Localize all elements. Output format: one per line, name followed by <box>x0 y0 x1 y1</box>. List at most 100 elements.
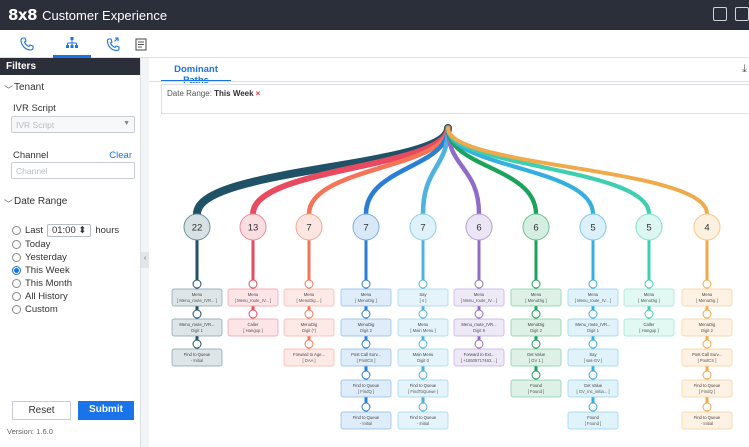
step-node[interactable] <box>248 309 258 319</box>
step-node[interactable] <box>361 370 371 380</box>
header-icons <box>713 7 749 21</box>
path-column[interactable]: 5 Menu[ MenuDig ] Caller[ Hangup ] <box>623 213 675 337</box>
step-node[interactable] <box>474 309 484 319</box>
path-column[interactable]: 5 Menu[ Menu_route_IV... ] Menu_route_IVR.… <box>567 213 619 430</box>
reset-button[interactable]: Reset <box>12 401 71 420</box>
step-title: Menu <box>248 292 259 297</box>
step-node[interactable] <box>361 339 371 349</box>
step-node[interactable] <box>418 402 428 412</box>
hours-stepper[interactable]: 01:00 ⬍ <box>46 224 92 237</box>
collapse-sidebar-handle[interactable]: ‹ <box>141 252 149 268</box>
download-icon[interactable]: ⤓ <box>742 63 747 76</box>
step-node[interactable] <box>531 339 541 349</box>
step-node[interactable] <box>418 339 428 349</box>
step-node[interactable] <box>474 339 484 349</box>
step-detail: Digit 1 <box>191 328 204 333</box>
step-node[interactable] <box>644 309 654 319</box>
step-detail: [ MenuDig ] <box>355 298 376 303</box>
step-node[interactable] <box>418 279 428 289</box>
step-node[interactable] <box>531 309 541 319</box>
path-column[interactable]: 7 Menu[ MenuDig... ] MenuDigDigit (*) Forwa… <box>283 213 335 367</box>
path-link <box>446 126 709 216</box>
path-column[interactable]: 13 Menu[ Menu_route_IV... ] Caller[ Hangup… <box>227 213 279 337</box>
path-column[interactable]: 4 Menu[ MenuDig ] MenuDigDigit 2 Post Call … <box>681 213 733 430</box>
tool-report[interactable] <box>122 30 160 58</box>
inbox-icon[interactable] <box>713 7 727 21</box>
date-range-section-title[interactable]: Date Range <box>14 196 67 207</box>
step-title: Find to Queue <box>184 352 211 357</box>
step-node[interactable] <box>644 279 654 289</box>
remove-filter-icon[interactable]: × <box>256 89 261 98</box>
step-detail: [ Menu_route_IV... ] <box>575 298 611 303</box>
tool-phone[interactable] <box>8 30 46 58</box>
step-node[interactable] <box>531 370 541 380</box>
step-node[interactable] <box>588 370 598 380</box>
step-node[interactable] <box>588 279 598 289</box>
path-column[interactable]: 7 Menu[ MenuDig ] MenuDigDigit 2 Post Call … <box>340 213 392 430</box>
step-node[interactable] <box>702 309 712 319</box>
step-node[interactable] <box>248 279 258 289</box>
radio-button[interactable] <box>12 279 21 288</box>
channel-input[interactable]: Channel <box>11 162 135 179</box>
tenant-section-title[interactable]: Tenant <box>14 82 44 93</box>
radio-button[interactable] <box>12 253 21 262</box>
step-detail: [ FindQ ] <box>358 389 374 394</box>
path-count-label: 4 <box>704 223 709 234</box>
step-title: Post Call Surv... <box>692 352 722 357</box>
radio-button[interactable] <box>12 226 21 235</box>
step-node[interactable] <box>361 402 371 412</box>
chevron-down-icon[interactable]: ﹀ <box>4 197 13 210</box>
step-node[interactable] <box>588 339 598 349</box>
submit-button[interactable]: Submit <box>78 401 134 420</box>
tool-hierarchy[interactable] <box>53 30 91 58</box>
radio-button-selected[interactable] <box>12 266 21 275</box>
step-node[interactable] <box>702 370 712 380</box>
step-node[interactable] <box>702 402 712 412</box>
path-column[interactable]: 22 Menu[ Menu_route_IVR... ] Menu_route_IV… <box>171 213 223 367</box>
step-node[interactable] <box>474 279 484 289</box>
step-node[interactable] <box>361 309 371 319</box>
radio-all-history[interactable]: All History <box>12 291 68 302</box>
window-icon[interactable] <box>735 7 749 21</box>
step-node[interactable] <box>304 339 314 349</box>
path-column[interactable]: 6 Menu[ Menu_route_IV... ] Menu_route_IVR.… <box>453 213 505 367</box>
path-column[interactable]: 7 Say[ s ] Menu[ Main Menu ] Main MenuDigit… <box>397 213 449 430</box>
step-detail: [ MenuDig ] <box>525 298 546 303</box>
radio-this-week[interactable]: This Week <box>12 265 70 276</box>
step-title: Find to Queue <box>410 383 437 388</box>
step-node[interactable] <box>304 309 314 319</box>
step-detail: - Initial <box>191 358 203 363</box>
step-detail: [ Hangup ] <box>243 328 262 333</box>
step-title: MenuDig <box>301 322 318 327</box>
path-column[interactable]: 6Menu[ MenuDig ]MenuDigDigit 2Get Value[… <box>510 213 562 398</box>
path-link <box>193 124 452 218</box>
step-title: Caller <box>644 322 656 327</box>
radio-button[interactable] <box>12 240 21 249</box>
step-node[interactable] <box>588 309 598 319</box>
step-node[interactable] <box>192 339 202 349</box>
radio-yesterday[interactable]: Yesterday <box>12 252 67 263</box>
radio-custom[interactable]: Custom <box>12 304 58 315</box>
step-detail: [ sas-GV ] <box>584 358 603 363</box>
step-node[interactable] <box>304 279 314 289</box>
radio-button[interactable] <box>12 292 21 301</box>
step-title: MenuDig <box>528 322 545 327</box>
step-node[interactable] <box>702 339 712 349</box>
tab-dominant-paths[interactable]: Dominant Paths <box>161 58 231 86</box>
step-node[interactable] <box>361 279 371 289</box>
step-node[interactable] <box>192 279 202 289</box>
step-node[interactable] <box>418 309 428 319</box>
step-node[interactable] <box>418 370 428 380</box>
step-node[interactable] <box>531 279 541 289</box>
chevron-down-icon[interactable]: ﹀ <box>4 83 13 96</box>
radio-button[interactable] <box>12 305 21 314</box>
option-label: Custom <box>25 304 58 315</box>
step-node[interactable] <box>702 279 712 289</box>
ivr-script-select[interactable]: IVR Script ▼ <box>11 116 135 133</box>
radio-today[interactable]: Today <box>12 239 50 250</box>
radio-this-month[interactable]: This Month <box>12 278 72 289</box>
step-node[interactable] <box>192 309 202 319</box>
step-node[interactable] <box>588 402 598 412</box>
radio-last-hours[interactable]: Last 01:00 ⬍ hours <box>12 224 119 237</box>
clear-channel-link[interactable]: Clear <box>109 150 132 161</box>
